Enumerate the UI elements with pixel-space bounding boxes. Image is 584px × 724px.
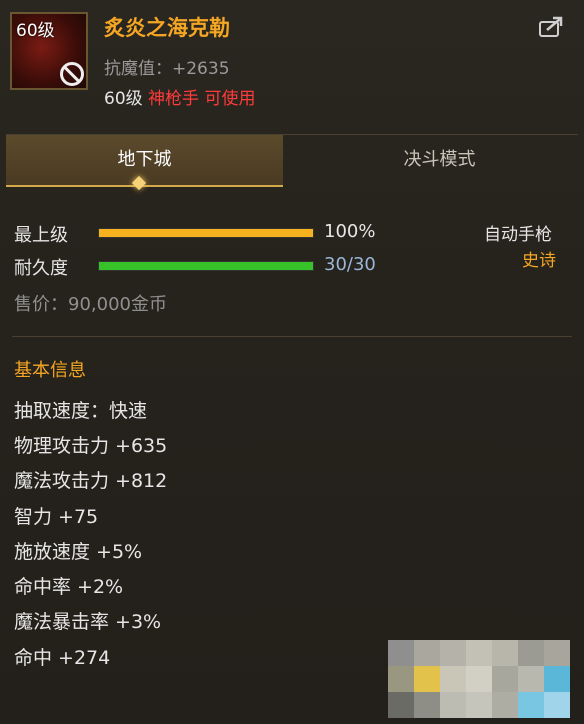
rarity: 史诗 [522, 251, 556, 271]
ban-icon [60, 62, 84, 86]
durability-bar-fill [99, 262, 313, 270]
magic-resist: 抗魔值：+2635 [104, 59, 230, 79]
stat-line: 智力 +75 [14, 506, 99, 528]
stat-line: 魔法暴击率 +3% [14, 611, 162, 633]
item-tooltip: 60级 炙炎之海克勒 抗魔值：+2635 60级 神枪手 可使用 地下城 决斗模… [0, 0, 584, 724]
mode-tabs: 地下城 决斗模式 [6, 134, 578, 187]
tab-duel[interactable]: 决斗模式 [301, 135, 578, 185]
divider [12, 336, 572, 337]
grade-bar [98, 228, 314, 238]
req-level: 60级 [104, 89, 143, 109]
grade-label: 最上级 [14, 225, 68, 246]
blurred-overlay [388, 640, 584, 724]
sell-price: 售价：90,000金币 [14, 294, 167, 315]
stat-line: 施放速度 +5% [14, 541, 143, 563]
stat-line: 命中 +274 [14, 647, 111, 669]
item-name: 炙炎之海克勒 [104, 16, 230, 40]
stat-line: 物理攻击力 +635 [14, 435, 168, 457]
stat-line: 抽取速度：快速 [14, 400, 148, 422]
tab-dungeon[interactable]: 地下城 [6, 135, 283, 187]
weapon-type: 自动手枪 [484, 225, 552, 245]
stat-line: 魔法攻击力 +812 [14, 470, 168, 492]
level-badge: 60级 [16, 21, 55, 41]
grade-bar-fill [99, 229, 313, 237]
stat-line: 命中率 +2% [14, 576, 124, 598]
durability-label: 耐久度 [14, 258, 68, 279]
basic-info-title: 基本信息 [14, 360, 86, 381]
durability-value: 30/30 [324, 254, 376, 275]
durability-bar [98, 261, 314, 271]
requirement: 60级 神枪手 可使用 [104, 84, 255, 109]
item-icon[interactable]: 60级 [10, 12, 88, 90]
share-icon[interactable] [538, 16, 564, 38]
req-class: 神枪手 可使用 [148, 89, 256, 109]
grade-value: 100% [324, 221, 376, 242]
